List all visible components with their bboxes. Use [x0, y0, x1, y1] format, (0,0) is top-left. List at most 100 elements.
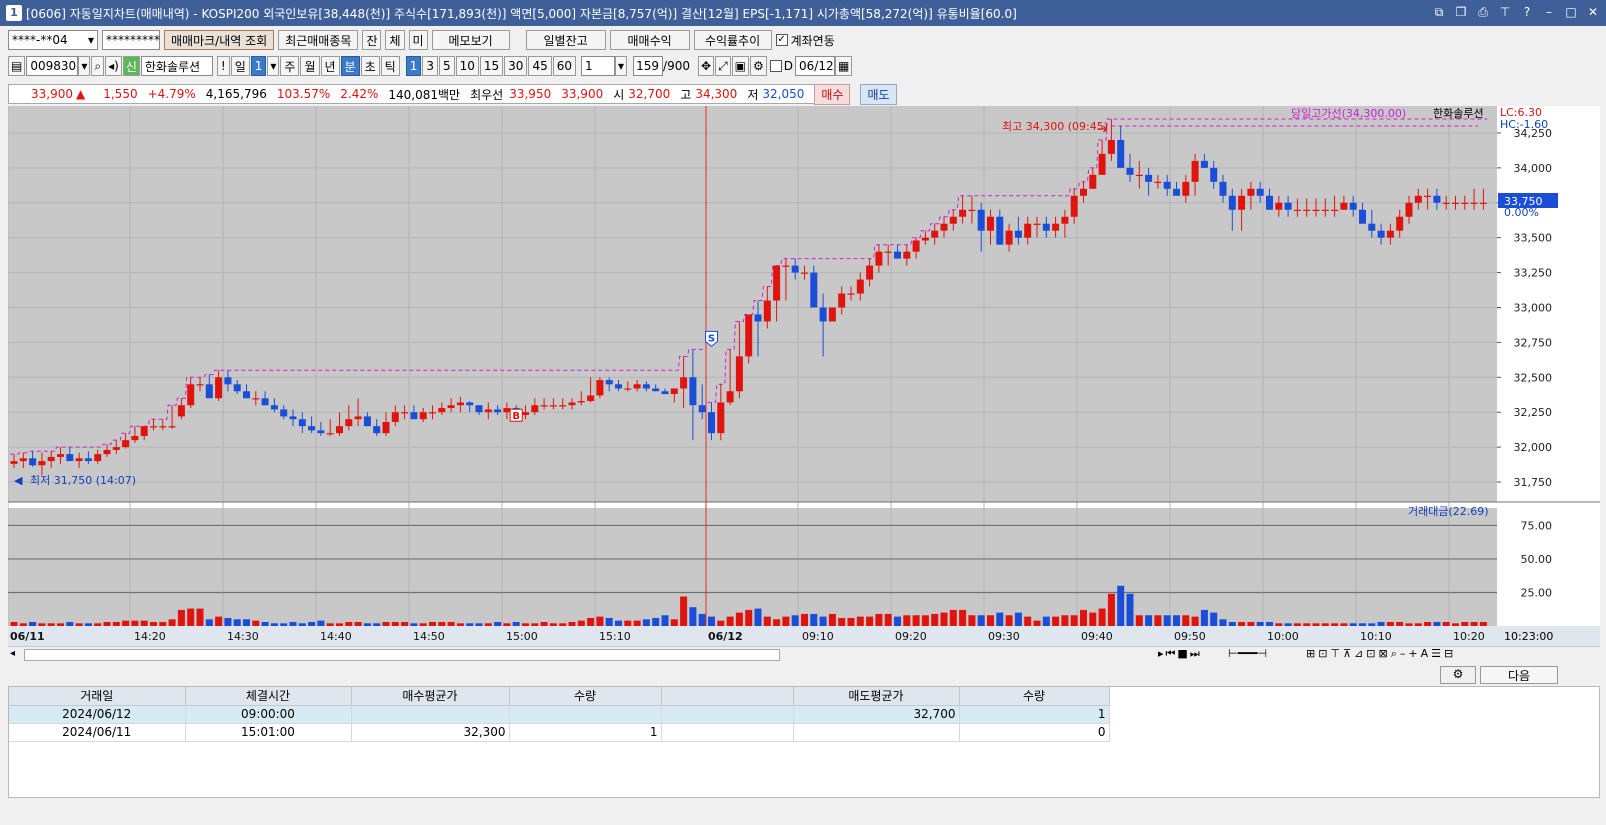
volume-bar [931, 613, 939, 626]
gear-icon[interactable]: ⚙ [750, 56, 767, 76]
chart-tool-icons[interactable]: ⊞⊡⊤⊼⊿⊡⊠⌕–+A☰⊟ [1306, 647, 1456, 661]
volume-tick-label: 25.00 [1521, 586, 1553, 599]
volume-bar [1377, 621, 1385, 626]
crosshair-icon[interactable]: ✥ [698, 56, 715, 76]
candle-body [112, 447, 120, 450]
layout-icon[interactable]: ▤ [8, 56, 26, 76]
volume-bar [159, 621, 167, 626]
candle-body [280, 409, 288, 417]
volume-bar [103, 621, 111, 626]
chart-scrollbar[interactable]: ◂ ▸⏮■⏭ ⊢━━━⊣ ⊞⊡⊤⊼⊿⊡⊠⌕–+A☰⊟ [8, 646, 1600, 662]
period-minute[interactable]: 분 [340, 56, 360, 76]
settings-gear-icon[interactable]: ⚙ [1440, 666, 1476, 684]
volume-bar [122, 620, 130, 626]
volume-bar [512, 621, 520, 626]
print-icon[interactable]: ⎙ [1476, 4, 1490, 20]
period-day[interactable]: 일 [230, 56, 250, 76]
volume-bar [1154, 615, 1162, 626]
calendar-icon[interactable]: ▦ [835, 56, 853, 76]
interval-5[interactable]: 5 [438, 56, 455, 76]
scroll-thumb[interactable] [24, 649, 780, 661]
interval-60[interactable]: 60 [552, 56, 577, 76]
code-dropdown-icon[interactable]: ▾ [78, 56, 91, 76]
mark-history-button[interactable]: 매매마크/내역 조회 [164, 30, 275, 50]
interval-10[interactable]: 10 [455, 56, 479, 76]
price-tick-label: 33,250 [1514, 267, 1553, 280]
volume-tick-label: 50.00 [1521, 553, 1553, 566]
period-year[interactable]: 년 [320, 56, 340, 76]
chart-area[interactable]: 34,25034,00033,75033,50033,25033,00032,7… [7, 106, 1600, 662]
candle-body [187, 384, 195, 406]
table-cell: 32,700 [793, 705, 960, 724]
memo-button[interactable]: 메모보기 [431, 30, 510, 50]
candle-body [168, 426, 176, 428]
trend-tool-icon[interactable]: ⤢ [715, 56, 731, 76]
buy-button[interactable]: 매수 [814, 83, 851, 105]
candle-body [57, 454, 64, 457]
period-week[interactable]: 주 [280, 56, 300, 76]
volume-bar [670, 619, 678, 626]
period-month[interactable]: 월 [300, 56, 320, 76]
trade-profit-button[interactable]: 매매수익 [609, 30, 690, 50]
candle-body [354, 416, 362, 420]
link-icon[interactable]: ⧉ [1432, 4, 1446, 20]
date-input[interactable]: 06/12 [795, 56, 836, 76]
table-row[interactable]: 2024/06/11 15:01:00 32,300 1 0 [9, 723, 1110, 742]
interval-dropdown-icon[interactable]: ▾ [615, 56, 628, 76]
account-select[interactable]: ****-**04 ▾ [8, 30, 98, 50]
candle-body [94, 454, 102, 462]
volume-bar [1210, 612, 1218, 626]
maximize-icon[interactable]: □ [1564, 4, 1578, 20]
volume-bar [1219, 619, 1227, 626]
volume-bar [921, 615, 929, 626]
unexecuted-button[interactable]: 미 [408, 30, 428, 50]
password-field[interactable]: ********* [102, 30, 160, 50]
interval-input[interactable]: 1 [581, 56, 616, 76]
interval-1[interactable]: 1 [405, 56, 422, 76]
table-cell [351, 705, 510, 724]
volume-bar [1163, 615, 1171, 626]
close-icon[interactable]: ✕ [1586, 4, 1600, 20]
alert-button[interactable]: ! [216, 56, 230, 76]
interval-30[interactable]: 30 [504, 56, 528, 76]
save-icon[interactable]: ▣ [731, 56, 750, 76]
scroll-left-icon[interactable]: ◂ [10, 648, 15, 659]
code-input[interactable]: 009830 [26, 56, 79, 76]
minimize-icon[interactable]: – [1542, 4, 1556, 20]
period-second[interactable]: 초 [360, 56, 380, 76]
period-tick[interactable]: 틱 [380, 56, 400, 76]
day-dropdown-icon[interactable]: ▾ [267, 56, 280, 76]
balance-button[interactable]: 잔 [362, 30, 382, 50]
sell-button[interactable]: 매도 [860, 83, 897, 105]
interval-3[interactable]: 3 [422, 56, 438, 76]
volume-bar [47, 623, 55, 626]
day-multiplier[interactable]: 1 [250, 56, 267, 76]
daily-balance-button[interactable]: 일별잔고 [525, 30, 606, 50]
interval-15[interactable]: 15 [479, 56, 504, 76]
search-icon[interactable]: ⌕ [91, 56, 105, 76]
legend-line-label: 당일고가선(34,300.00) [1291, 106, 1406, 120]
date-checkbox[interactable] [769, 60, 782, 72]
count-input[interactable]: 159 [633, 56, 664, 76]
candle-body [1349, 202, 1357, 210]
pin-icon[interactable]: ⊤ [1498, 4, 1512, 20]
return-trend-button[interactable]: 수익률추이 [693, 30, 772, 50]
speaker-icon[interactable]: ◂) [105, 56, 122, 76]
account-link-checkbox[interactable]: ✓ 계좌연동 [775, 32, 835, 49]
candle-body [1098, 153, 1106, 175]
executed-button[interactable]: 체 [385, 30, 405, 50]
interval-45[interactable]: 45 [528, 56, 552, 76]
playback-icons[interactable]: ▸⏮■⏭ [1158, 647, 1202, 661]
volume-bar [10, 621, 18, 626]
candle-body [1321, 209, 1329, 211]
price-volume-chart[interactable]: 34,25034,00033,75033,50033,25033,00032,7… [7, 106, 1600, 662]
volume-bar [745, 609, 753, 626]
candle-body [1340, 202, 1348, 210]
table-row[interactable]: 2024/06/12 09:00:00 32,700 1 [9, 705, 1110, 724]
zoom-slider[interactable]: ⊢━━━⊣ [1228, 647, 1267, 660]
next-button[interactable]: 다음 [1480, 666, 1558, 684]
recent-trades-button[interactable]: 최근매매종목 [278, 30, 359, 50]
volume-bar [261, 621, 269, 626]
copy-icon[interactable]: ❐ [1454, 4, 1468, 20]
help-icon[interactable]: ? [1520, 4, 1534, 20]
